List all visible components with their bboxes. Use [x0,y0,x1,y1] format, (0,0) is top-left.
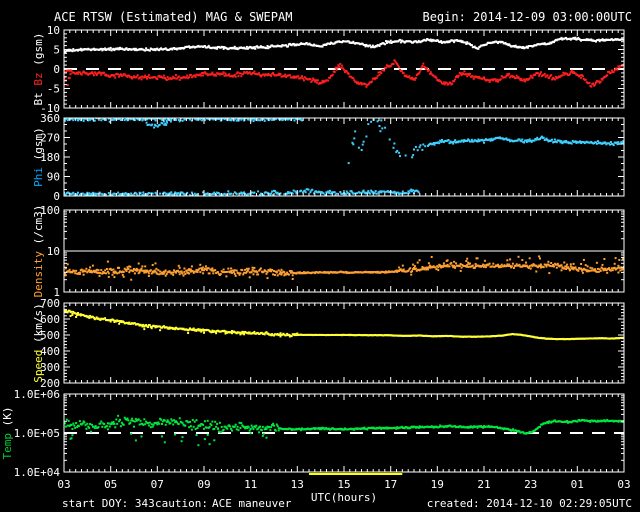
x-axis-label: UTC(hours) [311,491,377,504]
y-tick-label: 0 [53,63,60,76]
panel-ylabel-density: Density (/cm3) [32,205,45,298]
footer-caution-value: ACE maneuver [212,497,292,510]
x-tick-label: 23 [524,478,537,491]
x-tick-label: 05 [104,478,117,491]
footer-start-doy: start DOY: 343 [62,497,155,510]
x-tick-label: 03 [617,478,630,491]
footer-caution-label: caution: [155,497,208,510]
y-tick-label: 1.0E+04 [14,466,61,479]
x-tick-label: 03 [57,478,70,491]
x-tick-label: 19 [431,478,444,491]
x-tick-label: 11 [244,478,257,491]
y-tick-label: 10 [47,24,60,37]
panel-ylabel-bt-bz: Bt Bz (gsm) [32,33,45,106]
x-tick-label: 13 [291,478,304,491]
panel-ylabel-speed: Speed (km/s) [32,303,45,382]
plot-background [0,0,640,512]
y-tick-label: 1.0E+05 [14,427,60,440]
panel-ylabel-temp: Temp (K) [1,407,14,460]
footer-created: created: 2014-12-10 02:29:05UTC [427,497,632,510]
x-tick-label: 21 [477,478,490,491]
begin-timestamp: Begin: 2014-12-09 03:00:00UTC [422,10,632,24]
y-tick-label: 0 [53,190,60,203]
x-tick-label: 15 [337,478,350,491]
panel-ylabel-phi: Phi (gsm) [32,127,45,187]
x-tick-label: 07 [151,478,164,491]
y-tick-label: 10 [47,245,60,258]
x-tick-label: 17 [384,478,397,491]
ace-rtsw-plot: ACE RTSW (Estimated) MAG & SWEPAM Begin:… [0,0,640,512]
timeseries-plot-svg: ACE RTSW (Estimated) MAG & SWEPAM Begin:… [0,0,640,512]
y-tick-label: -5 [47,83,60,96]
y-tick-label: 5 [53,44,60,57]
x-tick-label: 09 [197,478,210,491]
y-tick-label: 90 [47,171,60,184]
page-title: ACE RTSW (Estimated) MAG & SWEPAM [54,10,292,24]
x-tick-label: 01 [571,478,584,491]
y-tick-label: 360 [40,112,60,125]
y-tick-label: 1.0E+06 [14,388,60,401]
